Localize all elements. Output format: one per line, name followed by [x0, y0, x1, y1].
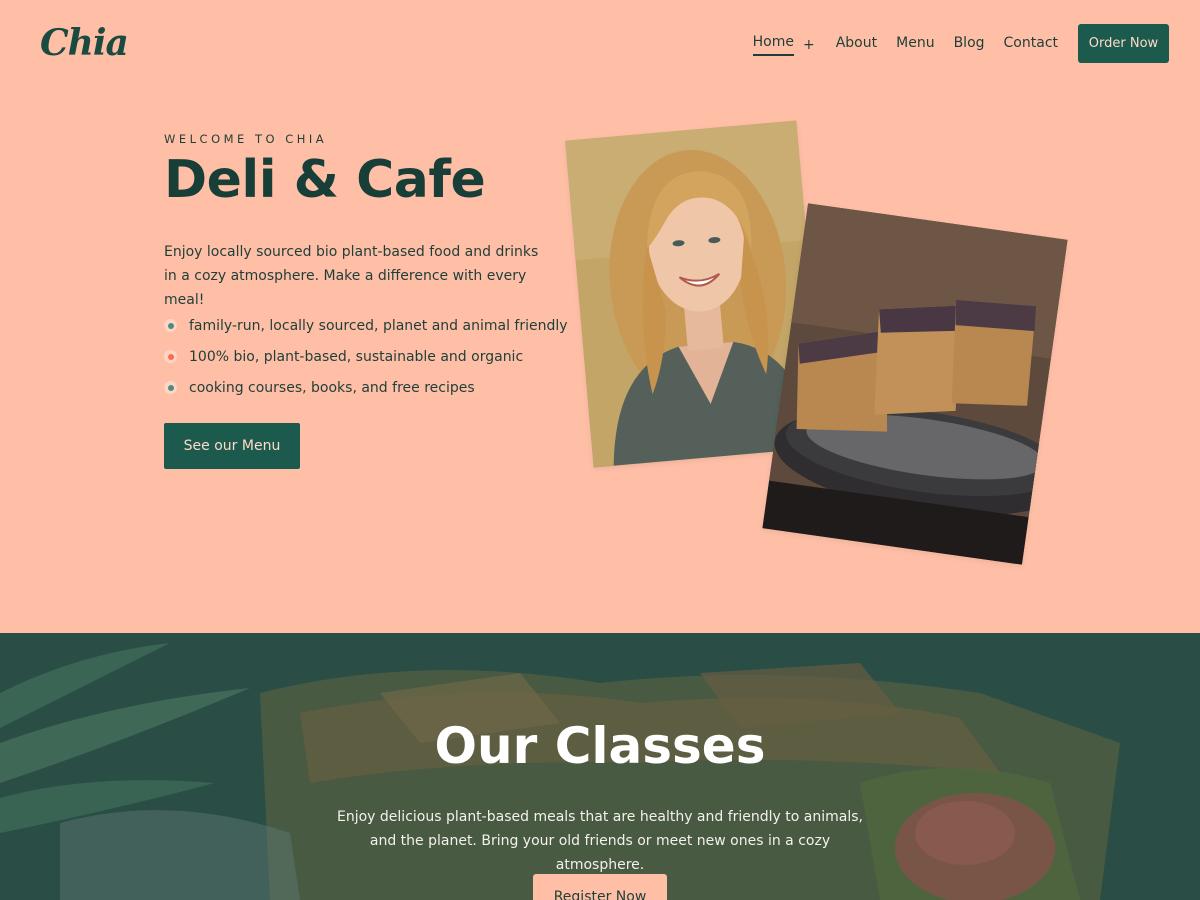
bullet-dot-icon: [164, 381, 177, 394]
nav-item-home[interactable]: Home: [752, 34, 794, 56]
main-nav: Home + About Menu Blog Contact: [752, 34, 1058, 56]
nav-item-contact[interactable]: Contact: [1004, 35, 1058, 55]
feature-text: cooking courses, books, and free recipes: [189, 379, 475, 396]
classes-description: Enjoy delicious plant-based meals that a…: [337, 809, 863, 873]
bullet-dot-icon: [164, 319, 177, 332]
classes-title: Our Classes: [434, 717, 766, 775]
hero-eyebrow: WELCOME TO CHIA: [164, 132, 328, 146]
see-menu-button[interactable]: See our Menu: [164, 423, 300, 469]
feature-item: cooking courses, books, and free recipes: [164, 372, 568, 403]
register-now-button[interactable]: Register Now: [533, 874, 667, 900]
nav-item-about[interactable]: About: [836, 35, 877, 55]
brand-logo[interactable]: Chia: [40, 22, 129, 64]
order-now-button[interactable]: Order Now: [1078, 24, 1169, 63]
cake-slices-photo: [762, 203, 1068, 565]
cake-slices-illustration: [762, 203, 1068, 565]
bullet-dot-inner: [167, 384, 174, 391]
nav-item-blog[interactable]: Blog: [954, 35, 985, 55]
bullet-dot-inner: [167, 322, 174, 329]
bullet-dot-inner: [167, 353, 174, 360]
hero-title: Deli & Cafe: [164, 150, 486, 210]
feature-text: 100% bio, plant-based, sustainable and o…: [189, 348, 524, 365]
classes-section: Our Classes Enjoy delicious plant-based …: [0, 633, 1200, 900]
feature-text: family-run, locally sourced, planet and …: [189, 317, 568, 334]
bullet-dot-icon: [164, 350, 177, 363]
feature-item: family-run, locally sourced, planet and …: [164, 310, 568, 341]
feature-item: 100% bio, plant-based, sustainable and o…: [164, 341, 568, 372]
submenu-plus-icon[interactable]: +: [803, 37, 815, 53]
site-header: Chia Home + About Menu Blog Contact Orde…: [0, 0, 1200, 90]
nav-item-menu[interactable]: Menu: [896, 35, 934, 55]
hero-description: Enjoy locally sourced bio plant-based fo…: [164, 244, 539, 308]
feature-list: family-run, locally sourced, planet and …: [164, 310, 568, 403]
